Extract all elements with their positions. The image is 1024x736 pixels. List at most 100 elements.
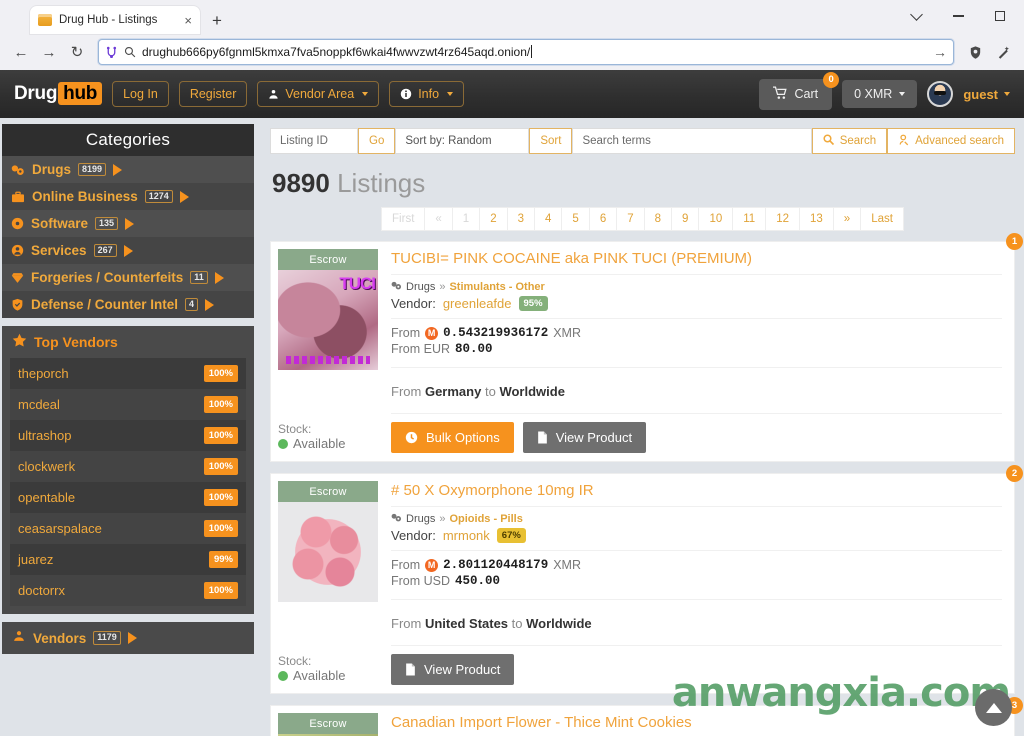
list-item[interactable]: juarez 99% xyxy=(10,544,246,575)
pagination-page-11[interactable]: 11 xyxy=(733,207,767,231)
onion-circuit-icon[interactable] xyxy=(105,46,118,59)
top-vendors-header: Top Vendors xyxy=(2,326,254,358)
listing-image[interactable] xyxy=(278,502,378,602)
view-product-button[interactable]: View Product xyxy=(522,422,647,453)
advanced-search-button[interactable]: Advanced search xyxy=(887,128,1015,154)
browser-tab[interactable]: Drug Hub - Listings × xyxy=(30,6,200,34)
list-item[interactable]: ultrashop 100% xyxy=(10,420,246,451)
vendor-link[interactable]: greenleafde xyxy=(443,296,512,311)
vendor-link[interactable]: mrmonk xyxy=(443,528,490,543)
sidebar-item-forgeries-counterfeits[interactable]: Forgeries / Counterfeits 11 xyxy=(2,264,254,291)
login-button[interactable]: Log In xyxy=(112,81,169,107)
expand-arrow-icon[interactable] xyxy=(214,271,224,284)
pagination-page-9[interactable]: 9 xyxy=(672,207,700,231)
pagination-last[interactable]: Last xyxy=(861,207,904,231)
list-item[interactable]: theporch 100% xyxy=(10,358,246,389)
stock-status: Available xyxy=(278,668,382,683)
breadcrumb-sub[interactable]: Opioids - Pills xyxy=(449,513,522,525)
info-icon xyxy=(400,88,412,100)
pagination-page-5[interactable]: 5 xyxy=(562,207,590,231)
pagination-first[interactable]: First xyxy=(381,207,426,231)
expand-arrow-icon[interactable] xyxy=(179,190,189,203)
listing-title[interactable]: # 50 X Oxymorphone 10mg IR xyxy=(391,482,1002,506)
pagination-page-8[interactable]: 8 xyxy=(644,207,673,231)
breadcrumb-root[interactable]: Drugs xyxy=(406,513,435,525)
listing-card[interactable]: 2 Escrow Stock: Available # 50 X Oxymorp… xyxy=(270,465,1023,694)
pagination-prev[interactable]: « xyxy=(425,207,453,231)
chevron-down-icon[interactable] xyxy=(896,3,936,29)
list-item[interactable]: ceasarspalace 100% xyxy=(10,513,246,544)
expand-arrow-icon[interactable] xyxy=(123,244,133,257)
reload-icon[interactable]: ↻ xyxy=(64,39,90,65)
sidebar-item-services[interactable]: Services 267 xyxy=(2,237,254,264)
pagination-page-13[interactable]: 13 xyxy=(800,207,834,231)
sort-button[interactable]: Sort xyxy=(529,128,573,154)
minimize-icon[interactable] xyxy=(938,3,978,29)
sidebar-item-vendors[interactable]: Vendors 1179 xyxy=(2,622,254,654)
sidebar-item-online-business[interactable]: Online Business 1274 xyxy=(2,183,254,210)
scroll-to-top-button[interactable] xyxy=(975,689,1012,726)
monero-icon: M xyxy=(425,326,439,340)
go-arrow-icon[interactable]: → xyxy=(933,44,947,60)
info-button[interactable]: Info xyxy=(389,81,465,107)
list-item[interactable]: doctorrx 100% xyxy=(10,575,246,606)
pagination-page-4[interactable]: 4 xyxy=(535,207,563,231)
listing-card[interactable]: 1 Escrow Stock: Available TUCIBI= PINK C… xyxy=(270,233,1023,462)
ship-from-label: From xyxy=(391,616,422,631)
go-button[interactable]: Go xyxy=(358,128,396,154)
listing-id-input[interactable]: Listing ID xyxy=(270,128,358,154)
tab-strip: Drug Hub - Listings × + xyxy=(0,0,1024,34)
expand-arrow-icon[interactable] xyxy=(125,217,135,230)
forward-icon[interactable]: → xyxy=(36,39,62,65)
maximize-icon[interactable] xyxy=(980,3,1020,29)
listing-card[interactable]: 3 Escrow Canadian Import Flower - Thice … xyxy=(270,697,1023,736)
cart-button[interactable]: Cart 0 xyxy=(758,71,840,110)
vendor-name: doctorrx xyxy=(18,583,65,598)
pagination-page-10[interactable]: 10 xyxy=(699,207,734,231)
list-item[interactable]: opentable 100% xyxy=(10,482,246,513)
new-tab-button[interactable]: + xyxy=(204,8,230,34)
pagination-page-1[interactable]: 1 xyxy=(452,207,481,231)
vendor-area-button[interactable]: Vendor Area xyxy=(257,81,380,107)
list-item[interactable]: mcdeal 100% xyxy=(10,389,246,420)
listing-title[interactable]: TUCIBI= PINK COCAINE aka PINK TUCI (PREM… xyxy=(391,250,1002,274)
pagination-page-12[interactable]: 12 xyxy=(766,207,800,231)
url-text: drughub666py6fgnml5kmxa7fva5noppkf6wkai4… xyxy=(142,45,533,59)
register-button[interactable]: Register xyxy=(178,81,248,107)
search-button[interactable]: Search xyxy=(811,128,888,154)
expand-arrow-icon[interactable] xyxy=(113,163,123,176)
list-item[interactable]: clockwerk 100% xyxy=(10,451,246,482)
pagination-page-2[interactable]: 2 xyxy=(480,207,508,231)
address-bar[interactable]: drughub666py6fgnml5kmxa7fva5noppkf6wkai4… xyxy=(98,39,954,65)
expand-arrow-icon[interactable] xyxy=(127,632,137,644)
pagination-next[interactable]: » xyxy=(833,207,862,231)
pagination-page-6[interactable]: 6 xyxy=(589,207,618,231)
shipping-line: From United States to Worldwide xyxy=(391,600,1002,645)
view-product-button[interactable]: View Product xyxy=(391,654,515,685)
close-icon[interactable]: × xyxy=(184,14,192,27)
listing-image[interactable] xyxy=(278,270,378,370)
user-menu[interactable]: guest xyxy=(963,87,1010,102)
search-input[interactable]: Search terms xyxy=(572,128,812,154)
vendor-area-label: Vendor Area xyxy=(285,87,355,101)
star-icon xyxy=(12,333,27,351)
balance-button[interactable]: 0 XMR xyxy=(842,80,918,108)
pagination-page-3[interactable]: 3 xyxy=(507,207,536,231)
sidebar-item-software[interactable]: Software 135 xyxy=(2,210,254,237)
vendor-rating-badge: 95% xyxy=(518,296,548,311)
sidebar-item-drugs[interactable]: Drugs 8199 xyxy=(2,156,254,183)
breadcrumb-sub[interactable]: Stimulants - Other xyxy=(449,281,544,293)
back-icon[interactable]: ← xyxy=(8,39,34,65)
listing-title[interactable]: Canadian Import Flower - Thice Mint Cook… xyxy=(391,714,1002,736)
pagination-page-7[interactable]: 7 xyxy=(617,207,645,231)
breadcrumb-root[interactable]: Drugs xyxy=(406,281,435,293)
shield-icon[interactable] xyxy=(962,39,988,65)
avatar[interactable] xyxy=(927,81,954,107)
bulk-options-button[interactable]: Bulk Options xyxy=(391,422,514,453)
category-label: Defense / Counter Intel xyxy=(31,297,179,312)
sort-select[interactable]: Sort by: Random xyxy=(395,128,530,154)
sidebar-item-defense-counter-intel[interactable]: Defense / Counter Intel 4 xyxy=(2,291,254,318)
expand-arrow-icon[interactable] xyxy=(205,298,215,311)
new-identity-icon[interactable] xyxy=(990,39,1016,65)
site-logo[interactable]: Drug hub xyxy=(14,82,103,105)
